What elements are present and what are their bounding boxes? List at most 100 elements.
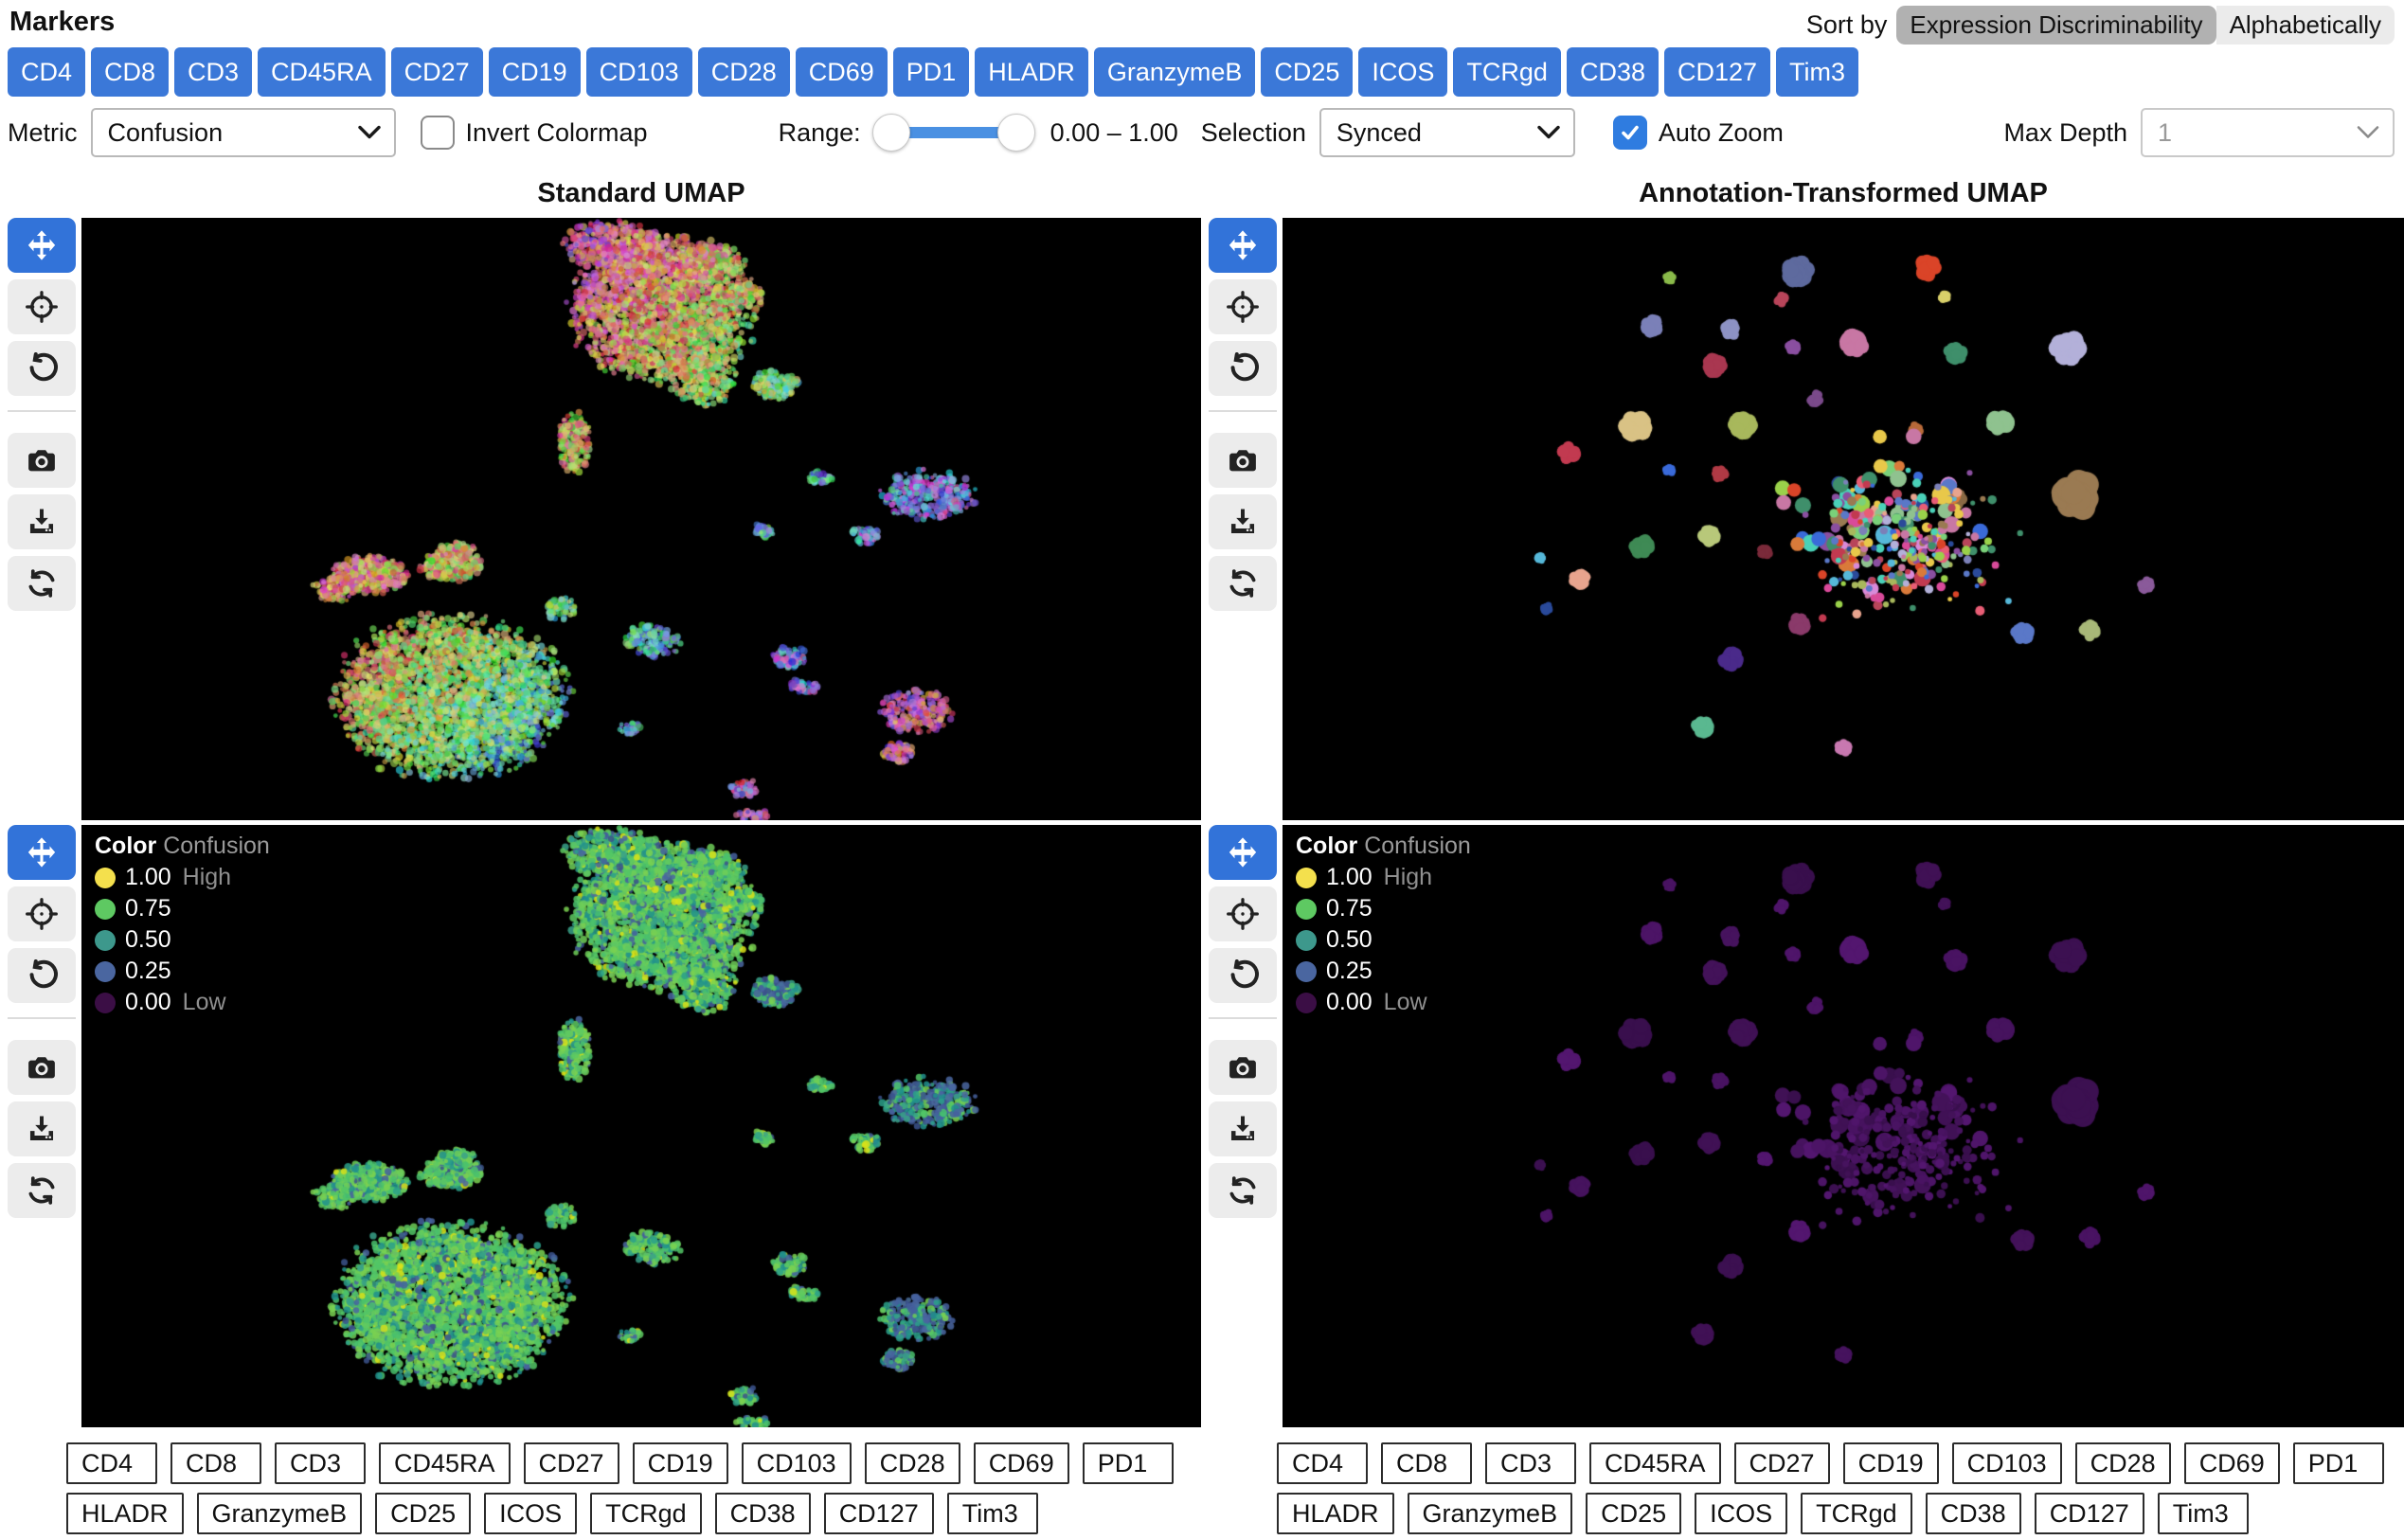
camera-tool-button[interactable] bbox=[8, 433, 76, 488]
footer-marker-row: CD4 CD8 CD3 CD45RA CD27 CD19 CD103 CD28 CD69 PD1 bbox=[1277, 1442, 2404, 1484]
sort-option-alphabetically[interactable]: Alphabetically bbox=[2216, 6, 2395, 45]
annotation-umap-top-canvas[interactable] bbox=[1283, 218, 2404, 820]
annotation-umap-bottom-canvas[interactable] bbox=[1283, 825, 2404, 1427]
auto-zoom-checkbox[interactable] bbox=[1613, 116, 1647, 150]
refresh-tool-button[interactable] bbox=[1209, 556, 1277, 611]
rotate-ccw-tool-button[interactable] bbox=[1209, 341, 1277, 396]
footer-marker-cd4[interactable]: CD4 bbox=[1277, 1442, 1368, 1484]
crosshair-tool-button[interactable] bbox=[1209, 279, 1277, 334]
footer-marker-cd45ra[interactable]: CD45RA bbox=[379, 1442, 511, 1484]
refresh-tool-button[interactable] bbox=[1209, 1163, 1277, 1218]
footer-marker-cd45ra[interactable]: CD45RA bbox=[1589, 1442, 1721, 1484]
footer-marker-icos[interactable]: ICOS bbox=[1695, 1493, 1787, 1534]
footer-marker-cd69[interactable]: CD69 bbox=[2184, 1442, 2280, 1484]
download-tool-button[interactable] bbox=[1209, 1101, 1277, 1156]
footer-marker-tcrgd[interactable]: TCRgd bbox=[590, 1493, 702, 1534]
rotate-ccw-tool-button[interactable] bbox=[1209, 948, 1277, 1003]
download-tool-button[interactable] bbox=[1209, 494, 1277, 549]
footer-marker-cd3[interactable]: CD3 bbox=[1485, 1442, 1576, 1484]
download-icon bbox=[1227, 506, 1259, 538]
footer-marker-icos[interactable]: ICOS bbox=[484, 1493, 577, 1534]
footer-marker-cd8[interactable]: CD8 bbox=[1381, 1442, 1472, 1484]
marker-button-cd27[interactable]: CD27 bbox=[391, 47, 483, 97]
footer-marker-cd3[interactable]: CD3 bbox=[275, 1442, 366, 1484]
range-slider-handle-min[interactable] bbox=[872, 114, 910, 152]
marker-button-cd69[interactable]: CD69 bbox=[796, 47, 888, 97]
marker-button-cd19[interactable]: CD19 bbox=[489, 47, 581, 97]
standard-umap-bottom-canvas[interactable] bbox=[81, 825, 1201, 1427]
footer-marker-cd38[interactable]: CD38 bbox=[715, 1493, 811, 1534]
move-tool-button[interactable] bbox=[8, 218, 76, 273]
footer-marker-tim3[interactable]: Tim3 bbox=[947, 1493, 1038, 1534]
standard-umap-top-canvas[interactable] bbox=[81, 218, 1201, 820]
marker-button-cd127[interactable]: CD127 bbox=[1664, 47, 1770, 97]
footer-marker-tim3[interactable]: Tim3 bbox=[2158, 1493, 2249, 1534]
max-depth-select[interactable]: 1 bbox=[2141, 108, 2395, 157]
marker-button-granzymeb[interactable]: GranzymeB bbox=[1094, 47, 1256, 97]
footer-marker-cd27[interactable]: CD27 bbox=[1734, 1442, 1830, 1484]
footer-marker-tcrgd[interactable]: TCRgd bbox=[1801, 1493, 1912, 1534]
download-tool-button[interactable] bbox=[8, 494, 76, 549]
footer-marker-cd103[interactable]: CD103 bbox=[742, 1442, 852, 1484]
move-tool-button[interactable] bbox=[8, 825, 76, 880]
footer-marker-cd4[interactable]: CD4 bbox=[66, 1442, 157, 1484]
sort-option-expression-discriminability[interactable]: Expression Discriminability bbox=[1896, 6, 2216, 45]
refresh-icon bbox=[1227, 1174, 1259, 1207]
footer-marker-cd127[interactable]: CD127 bbox=[824, 1493, 934, 1534]
move-tool-button[interactable] bbox=[1209, 218, 1277, 273]
crosshair-tool-button[interactable] bbox=[1209, 886, 1277, 941]
plot-grid: Color Confusion1.00High0.750.500.250.00L… bbox=[0, 218, 2404, 1427]
marker-button-cd38[interactable]: CD38 bbox=[1567, 47, 1659, 97]
invert-colormap-checkbox[interactable] bbox=[421, 116, 455, 150]
footer-marker-cd25[interactable]: CD25 bbox=[1586, 1493, 1681, 1534]
footer-marker-cd28[interactable]: CD28 bbox=[865, 1442, 960, 1484]
marker-button-cd3[interactable]: CD3 bbox=[174, 47, 252, 97]
selection-select-value: Synced bbox=[1337, 118, 1422, 148]
footer-marker-cd27[interactable]: CD27 bbox=[524, 1442, 619, 1484]
refresh-tool-button[interactable] bbox=[8, 556, 76, 611]
camera-tool-button[interactable] bbox=[1209, 1040, 1277, 1095]
footer-marker-pd1[interactable]: PD1 bbox=[2293, 1442, 2384, 1484]
footer-marker-cd38[interactable]: CD38 bbox=[1926, 1493, 2021, 1534]
marker-button-icos[interactable]: ICOS bbox=[1358, 47, 1447, 97]
marker-button-cd103[interactable]: CD103 bbox=[586, 47, 692, 97]
marker-button-cd4[interactable]: CD4 bbox=[8, 47, 85, 97]
crosshair-tool-button[interactable] bbox=[8, 886, 76, 941]
camera-tool-button[interactable] bbox=[1209, 433, 1277, 488]
footer-marker-granzymeb[interactable]: GranzymeB bbox=[197, 1493, 363, 1534]
footer-marker-cd19[interactable]: CD19 bbox=[1843, 1442, 1939, 1484]
marker-button-cd45ra[interactable]: CD45RA bbox=[258, 47, 386, 97]
crosshair-tool-button[interactable] bbox=[8, 279, 76, 334]
rotate-ccw-tool-button[interactable] bbox=[8, 341, 76, 396]
move-tool-button[interactable] bbox=[1209, 825, 1277, 880]
marker-button-tcrgd[interactable]: TCRgd bbox=[1453, 47, 1561, 97]
marker-button-cd25[interactable]: CD25 bbox=[1261, 47, 1353, 97]
range-slider[interactable] bbox=[872, 113, 1035, 152]
marker-button-cd8[interactable]: CD8 bbox=[91, 47, 169, 97]
footer-marker-granzymeb[interactable]: GranzymeB bbox=[1408, 1493, 1573, 1534]
marker-button-hladr[interactable]: HLADR bbox=[975, 47, 1088, 97]
footer-marker-cd69[interactable]: CD69 bbox=[974, 1442, 1069, 1484]
metric-select[interactable]: Confusion bbox=[91, 108, 396, 157]
selection-select[interactable]: Synced bbox=[1319, 108, 1575, 157]
range-slider-handle-max[interactable] bbox=[997, 114, 1035, 152]
max-depth-label: Max Depth bbox=[2003, 118, 2127, 148]
marker-button-pd1[interactable]: PD1 bbox=[893, 47, 970, 97]
footer-marker-cd25[interactable]: CD25 bbox=[375, 1493, 471, 1534]
marker-button-tim3[interactable]: Tim3 bbox=[1776, 47, 1858, 97]
panel-standard-umap-bottom: Color Confusion1.00High0.750.500.250.00L… bbox=[0, 825, 1201, 1427]
footer-marker-cd8[interactable]: CD8 bbox=[170, 1442, 261, 1484]
footer-marker-hladr[interactable]: HLADR bbox=[1277, 1493, 1394, 1534]
rotate-ccw-tool-button[interactable] bbox=[8, 948, 76, 1003]
download-tool-button[interactable] bbox=[8, 1101, 76, 1156]
auto-zoom-control: Auto Zoom bbox=[1613, 116, 1784, 150]
camera-tool-button[interactable] bbox=[8, 1040, 76, 1095]
footer-marker-cd127[interactable]: CD127 bbox=[2035, 1493, 2144, 1534]
footer-marker-cd19[interactable]: CD19 bbox=[633, 1442, 728, 1484]
marker-button-cd28[interactable]: CD28 bbox=[698, 47, 790, 97]
footer-marker-cd103[interactable]: CD103 bbox=[1952, 1442, 2062, 1484]
footer-marker-pd1[interactable]: PD1 bbox=[1083, 1442, 1174, 1484]
footer-marker-cd28[interactable]: CD28 bbox=[2075, 1442, 2171, 1484]
refresh-tool-button[interactable] bbox=[8, 1163, 76, 1218]
footer-marker-hladr[interactable]: HLADR bbox=[66, 1493, 184, 1534]
